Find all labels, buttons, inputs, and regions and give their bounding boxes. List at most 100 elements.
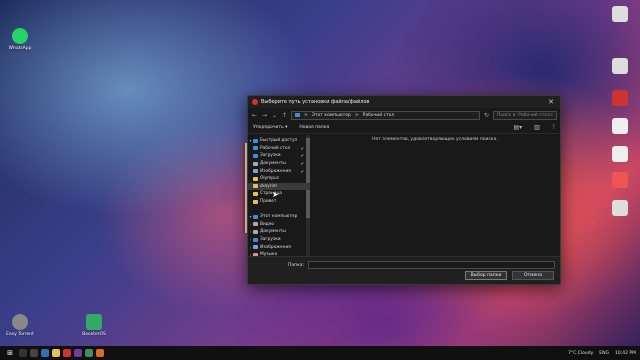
file-icon bbox=[612, 146, 628, 162]
path-separator: > bbox=[354, 112, 359, 118]
close-icon[interactable]: ✕ bbox=[546, 98, 556, 106]
dialog-titlebar[interactable]: Выберите путь установки файла/файлов ✕ bbox=[248, 96, 560, 108]
sidebar-item[interactable]: › Видео bbox=[248, 221, 310, 229]
folder-icon bbox=[253, 229, 258, 234]
back-arrow-icon[interactable]: ← bbox=[251, 112, 258, 119]
folder-icon bbox=[253, 191, 258, 196]
sidebar-item-label: Быстрый доступ bbox=[260, 138, 298, 144]
breadcrumb-current[interactable]: Рабочий стол bbox=[363, 113, 395, 118]
view-options-icon[interactable]: ▤▾ bbox=[513, 124, 522, 131]
sidebar-item[interactable]: ▾ Этот компьютер bbox=[248, 213, 310, 221]
folder-icon bbox=[253, 199, 258, 204]
desktop-icon-right-1[interactable] bbox=[600, 6, 640, 24]
desktop-icon-easy-torrent[interactable]: Easy Torrent bbox=[0, 314, 40, 337]
desktop-icon-right-7[interactable] bbox=[600, 200, 640, 218]
folder-icon bbox=[253, 184, 258, 189]
file-icon bbox=[612, 6, 628, 22]
sidebar-item[interactable]: Документы ✔ bbox=[248, 160, 310, 168]
app-icon bbox=[612, 118, 628, 134]
folder-input[interactable] bbox=[308, 261, 555, 269]
sidebar-item[interactable]: Рабочий стол ✔ bbox=[248, 145, 310, 153]
folder-icon bbox=[253, 245, 258, 250]
pin-icon: ✔ bbox=[300, 161, 304, 167]
app-icon[interactable] bbox=[74, 349, 82, 357]
select-folder-dialog: Выберите путь установки файла/файлов ✕ ←… bbox=[247, 95, 561, 285]
desktop-icon-right-4[interactable] bbox=[600, 118, 640, 136]
folder-icon bbox=[253, 176, 258, 181]
help-icon[interactable]: ? bbox=[552, 124, 555, 131]
sidebar-item[interactable]: › Документы bbox=[248, 228, 310, 236]
pc-icon bbox=[295, 113, 300, 117]
folder-icon bbox=[253, 161, 258, 166]
weather-widget[interactable]: 7°C Cloudy bbox=[568, 351, 593, 356]
breadcrumb-pc[interactable]: Этот компьютер bbox=[312, 113, 351, 118]
search-icon[interactable] bbox=[19, 349, 27, 357]
folder-icon bbox=[253, 237, 258, 242]
organize-menu[interactable]: Упорядочить ▾ bbox=[253, 125, 287, 130]
sidebar-item[interactable]: Загрузки ✔ bbox=[248, 152, 310, 160]
select-folder-button[interactable]: Выбор папки bbox=[465, 271, 507, 280]
pin-icon: ✔ bbox=[300, 168, 304, 174]
folder-row: Папка: bbox=[288, 261, 555, 269]
dialog-buttons: Выбор папки Отмена bbox=[465, 271, 554, 280]
path-separator: > bbox=[304, 112, 308, 118]
pin-icon: ✔ bbox=[300, 145, 304, 151]
pin-icon: ✔ bbox=[300, 153, 304, 159]
browser-icon[interactable] bbox=[41, 349, 49, 357]
sidebar-item[interactable]: Изображения ✔ bbox=[248, 167, 310, 175]
new-folder-button[interactable]: Новая папка bbox=[299, 125, 329, 130]
folder-icon bbox=[253, 214, 258, 219]
file-icon bbox=[612, 58, 628, 74]
start-icon[interactable]: ⊞ bbox=[4, 349, 16, 357]
sidebar-item-label: Документы bbox=[260, 161, 286, 167]
desktop-icon-right-3[interactable] bbox=[600, 90, 640, 108]
clock[interactable]: 10:42 PM bbox=[615, 351, 636, 356]
search-icon: ⌕ bbox=[550, 113, 553, 118]
file-list-area[interactable]: Нет элементов, удовлетворяющих условиям … bbox=[310, 135, 560, 256]
search-input[interactable]: Поиск в: Рабочий стол ⌕ bbox=[493, 110, 557, 120]
forward-arrow-icon[interactable]: → bbox=[261, 112, 268, 119]
empty-message: Нет элементов, удовлетворяющих условиям … bbox=[372, 137, 498, 142]
sidebar-item-label: Изображения bbox=[260, 244, 291, 250]
app-icon[interactable] bbox=[85, 349, 93, 357]
folder-label: Папка: bbox=[288, 262, 305, 268]
dialog-footer: Папка: Выбор папки Отмена bbox=[248, 256, 560, 284]
booster-icon bbox=[86, 314, 102, 330]
sidebar-item[interactable]: › Изображения bbox=[248, 243, 310, 251]
navigation-bar: ← → ⌄ ↑ > Этот компьютер > Рабочий стол … bbox=[248, 108, 560, 122]
sidebar-item[interactable]: ▾ Быстрый доступ bbox=[248, 137, 310, 145]
desktop-icon-right-6[interactable] bbox=[600, 172, 640, 190]
pane-icon[interactable]: ▥ bbox=[534, 124, 540, 131]
app-icon[interactable] bbox=[63, 349, 71, 357]
mouse-cursor-icon: ➤ bbox=[272, 190, 279, 199]
sidebar-item-label: Рабочий стол bbox=[260, 145, 291, 151]
refresh-icon[interactable]: ↻ bbox=[483, 112, 490, 119]
torrent-icon bbox=[12, 314, 28, 330]
desktop-icon-booster[interactable]: BoosterOS bbox=[74, 314, 114, 337]
app-icon bbox=[252, 99, 258, 105]
sidebar-item[interactable]: › Загрузки bbox=[248, 236, 310, 244]
address-bar[interactable]: > Этот компьютер > Рабочий стол bbox=[291, 110, 480, 120]
sidebar-item[interactable]: skeyrim bbox=[248, 182, 310, 191]
sidebar-item-label: Изображения bbox=[260, 168, 291, 174]
file-icon bbox=[612, 200, 628, 216]
desktop-icon-right-5[interactable] bbox=[600, 146, 640, 164]
desktop-icon-whatsapp[interactable]: WhatsApp bbox=[0, 28, 40, 51]
toolbar: Упорядочить ▾ Новая папка ▤▾ ▥ ? bbox=[248, 122, 560, 134]
app-icon bbox=[612, 172, 628, 188]
whatsapp-icon bbox=[12, 28, 28, 44]
sidebar-item-label: Этот компьютер bbox=[260, 214, 298, 220]
taskbar: ⊞ 7°C Cloudy ENG 10:42 PM bbox=[0, 346, 640, 360]
language-indicator[interactable]: ENG bbox=[599, 351, 609, 356]
sidebar-item[interactable]: Привет bbox=[248, 198, 310, 206]
system-tray: 7°C Cloudy ENG 10:42 PM bbox=[568, 351, 636, 356]
chevron-down-icon[interactable]: ⌄ bbox=[271, 112, 278, 119]
cancel-button[interactable]: Отмена bbox=[512, 271, 554, 280]
sidebar-item[interactable]: Olympus bbox=[248, 175, 310, 183]
folder-icon[interactable] bbox=[52, 349, 60, 357]
desktop-icon-right-2[interactable] bbox=[600, 58, 640, 76]
task-view-icon[interactable] bbox=[30, 349, 38, 357]
sidebar-item[interactable]: Страница bbox=[248, 190, 310, 198]
app-icon[interactable] bbox=[96, 349, 104, 357]
up-arrow-icon[interactable]: ↑ bbox=[281, 112, 288, 119]
